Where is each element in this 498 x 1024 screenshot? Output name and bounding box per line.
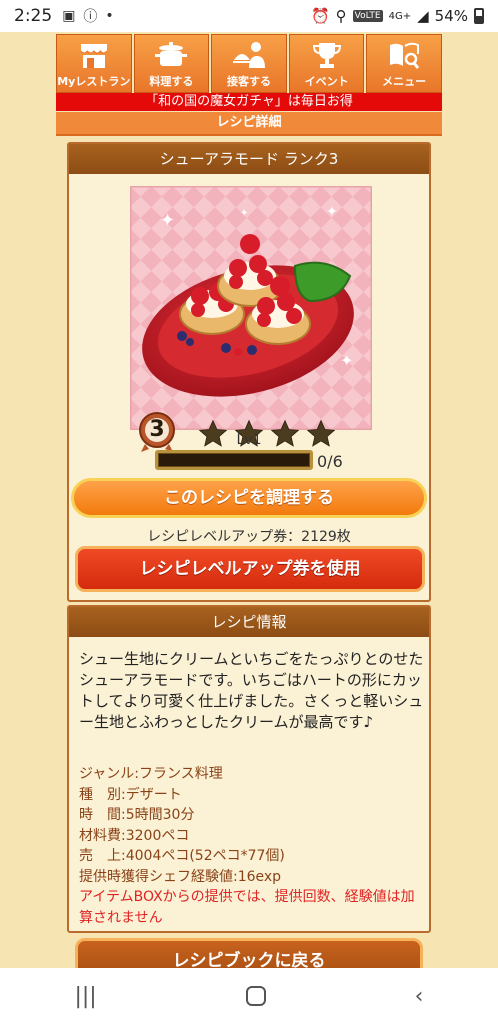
app-content: Myレストラン 料理する 接客する イベント メニュー 「和の国の魔女ガチャ」は…	[0, 32, 498, 968]
recipe-sales: 売 上:4004ペコ(52ペコ*77個)	[79, 848, 285, 864]
nav-label: 料理する	[149, 75, 194, 88]
trophy-icon	[312, 43, 341, 68]
waiter-cloche-icon	[232, 42, 265, 68]
recent-apps-icon[interactable]: |||	[74, 984, 96, 1009]
page-title: レシピ詳細	[56, 112, 442, 136]
use-levelup-ticket-button[interactable]: レシピレベルアップ券を使用	[75, 546, 425, 592]
book-search-icon	[390, 42, 420, 69]
exp-progress-text: 0/6	[317, 452, 343, 471]
home-icon[interactable]	[245, 986, 266, 1006]
location-icon: ⚲	[335, 7, 347, 25]
status-time: 2:25	[14, 6, 53, 26]
recipe-time: 時 間:5時間30分	[79, 807, 195, 823]
nav-label: メニュー	[382, 75, 427, 88]
svg-text:✦: ✦	[340, 351, 353, 370]
signal-icon: ◢	[417, 7, 429, 25]
recipe-name: シューアラモード ランク3	[69, 144, 429, 174]
top-nav: Myレストラン 料理する 接客する イベント メニュー	[56, 34, 442, 93]
back-to-recipe-book-button[interactable]: レシピブックに戻る	[75, 938, 423, 968]
battery-level: 54%	[434, 7, 468, 25]
battery-icon	[474, 8, 484, 24]
nav-cook[interactable]: 料理する	[133, 34, 210, 93]
alarm-icon: ⏰	[310, 7, 330, 25]
svg-text:✦: ✦	[240, 208, 248, 219]
cooking-pot-icon	[155, 42, 188, 66]
recipe-kind: 種 別:デザート	[79, 786, 182, 803]
network-type: 4G+	[388, 10, 412, 22]
system-nav-bar: ||| ‹	[0, 968, 498, 1024]
recipe-note: アイテムBOXからの提供では、提供回数、経験値は加算されません	[79, 889, 415, 926]
nav-label: 接客する	[226, 75, 271, 88]
back-icon[interactable]: ‹	[415, 984, 424, 1009]
nav-my-restaurant[interactable]: Myレストラン	[56, 34, 132, 93]
news-ticker[interactable]: 「和の国の魔女ガチャ」は毎日お得	[56, 93, 442, 111]
gallery-icon: ▣	[62, 8, 76, 24]
cook-recipe-button[interactable]: このレシピを調理する	[71, 478, 427, 518]
levelup-ticket-count: レシピレベルアップ券：2129枚	[147, 529, 351, 545]
recipe-card: シューアラモード ランク3 ✦ ✦ ✦ ✦ ✦	[67, 142, 431, 602]
volte-badge: VoLTE	[352, 10, 383, 22]
recipe-dish-image: ✦ ✦ ✦ ✦ ✦	[130, 186, 372, 430]
recipe-details: ジャンル:フランス料理 種 別:デザート 時 間:5時間30分 材料費:3200…	[79, 764, 425, 928]
exp-progress-bar	[155, 450, 313, 470]
nav-label: Myレストラン	[57, 75, 131, 88]
recipe-genre: ジャンル:フランス料理	[79, 766, 223, 782]
recipe-info-header: レシピ情報	[69, 607, 429, 637]
status-bar: 2:25 ▣ ⓘ • ⏰ ⚲ VoLTE 4G+ ◢ 54%	[0, 0, 498, 32]
nav-menu[interactable]: メニュー	[366, 34, 442, 93]
recipe-exp-gain: 提供時獲得シェフ経験値:16exp	[79, 868, 282, 885]
shop-icon	[80, 44, 108, 68]
info-icon: ⓘ	[83, 9, 98, 25]
dot-icon: •	[105, 8, 114, 24]
recipe-level: Lv1	[236, 432, 262, 448]
nav-label: イベント	[304, 75, 349, 88]
recipe-cost: 材料費:3200ペコ	[79, 827, 190, 844]
svg-text:✦: ✦	[160, 210, 175, 231]
svg-text:✦: ✦	[326, 204, 338, 220]
nav-serve[interactable]: 接客する	[211, 34, 287, 93]
nav-event[interactable]: イベント	[288, 34, 365, 93]
recipe-info-card: レシピ情報 シュー生地にクリームといちごをたっぷりとのせたシューアラモードです。…	[67, 605, 431, 933]
recipe-description: シュー生地にクリームといちごをたっぷりとのせたシューアラモードです。いちごはハー…	[79, 650, 424, 731]
